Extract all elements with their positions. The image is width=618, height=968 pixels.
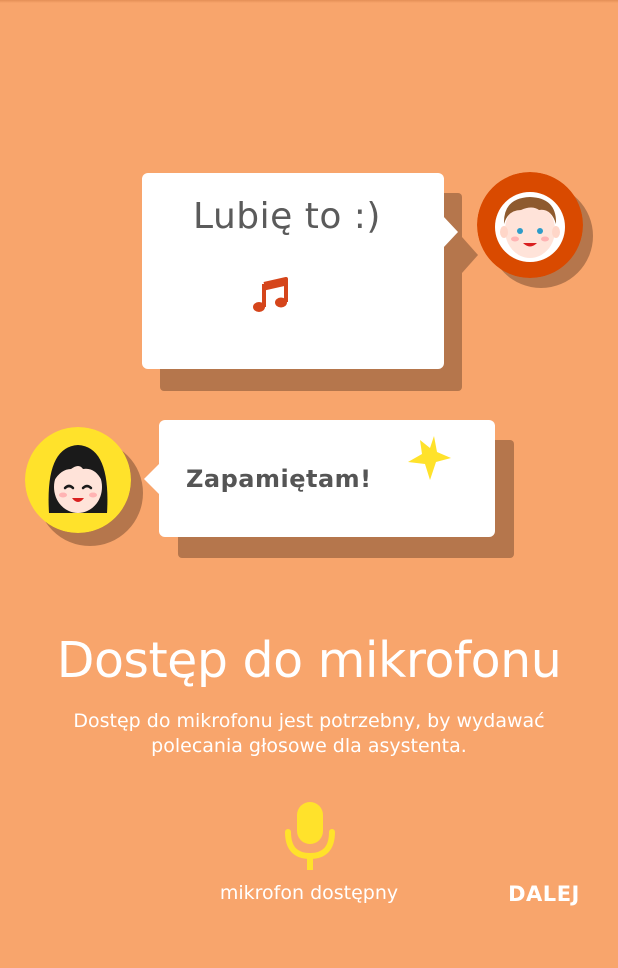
boy-avatar-icon	[477, 172, 583, 278]
music-note-icon	[253, 277, 288, 312]
mic-status-label: mikrofon dostępny	[219, 882, 399, 904]
permission-description: Dostęp do mikrofonu jest potrzebny, by w…	[73, 710, 545, 757]
microphone-icon[interactable]	[282, 800, 338, 872]
onboarding-screen: Lubię to :) Zapamiętam! Dostęp do mikrof…	[0, 0, 618, 968]
chat-illustration: Lubię to :) Zapamiętam!	[0, 0, 618, 600]
bubble-bottom-tail	[144, 463, 160, 495]
bubble-top-text: Lubię to :)	[193, 196, 381, 237]
star-icon	[408, 436, 451, 480]
girl-avatar-icon	[25, 427, 131, 533]
next-button[interactable]: DALEJ	[492, 878, 596, 910]
page-title: Dostęp do mikrofonu	[56, 632, 562, 689]
bubble-bottom-text: Zapamiętam!	[186, 465, 372, 493]
bubble-top-tail-shadow	[462, 237, 478, 273]
bubble-top-tail	[443, 216, 458, 248]
